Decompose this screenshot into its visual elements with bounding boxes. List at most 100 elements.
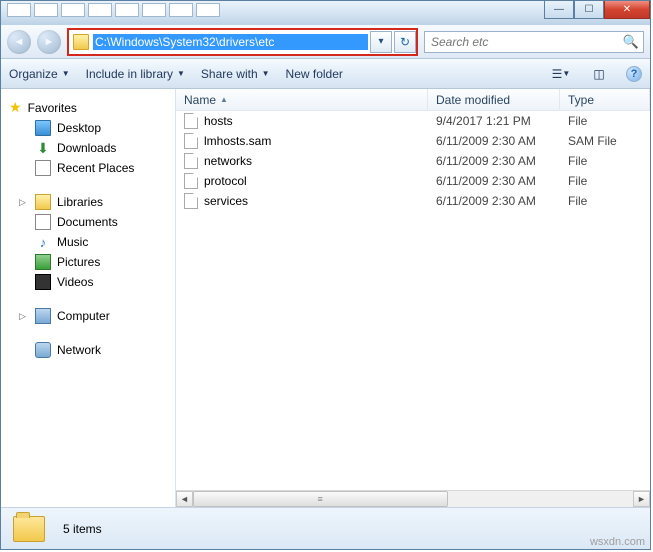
recent-icon <box>35 160 51 176</box>
forward-button[interactable]: ► <box>37 30 61 54</box>
view-options-button[interactable]: ☰ ▼ <box>550 64 572 84</box>
titlebar-thumb <box>169 3 193 17</box>
file-list[interactable]: hosts9/4/2017 1:21 PMFilelmhosts.sam6/11… <box>176 111 650 490</box>
chevron-down-icon: ▼ <box>177 69 185 78</box>
column-headers: Name ▲ Date modified Type <box>176 89 650 111</box>
refresh-button[interactable]: ↻ <box>394 31 416 53</box>
titlebar-thumb <box>115 3 139 17</box>
sidebar-item-label: Downloads <box>57 141 116 155</box>
computer-group: ▷ Computer <box>1 306 175 326</box>
column-header-name[interactable]: Name ▲ <box>176 89 428 110</box>
search-input[interactable] <box>429 34 623 50</box>
close-button[interactable]: ✕ <box>604 1 650 19</box>
desktop-icon <box>35 120 51 136</box>
address-input[interactable] <box>93 34 368 50</box>
back-button[interactable]: ◄ <box>7 30 31 54</box>
expand-icon[interactable]: ▷ <box>19 311 29 322</box>
pictures-icon <box>35 254 51 270</box>
file-name: services <box>204 194 248 208</box>
sidebar-item-recent-places[interactable]: Recent Places <box>1 158 175 178</box>
favorites-group: ★ Favorites Desktop ⬇ Downloads Recent P… <box>1 97 175 178</box>
file-row[interactable]: lmhosts.sam6/11/2009 2:30 AMSAM File <box>176 131 650 151</box>
sidebar-item-videos[interactable]: Videos <box>1 272 175 292</box>
share-with-menu[interactable]: Share with ▼ <box>201 67 270 81</box>
sidebar-item-desktop[interactable]: Desktop <box>1 118 175 138</box>
file-row[interactable]: protocol6/11/2009 2:30 AMFile <box>176 171 650 191</box>
file-name: protocol <box>204 174 247 188</box>
favorites-header[interactable]: ★ Favorites <box>1 97 175 118</box>
window-controls: — ☐ ✕ <box>544 1 650 19</box>
file-row[interactable]: services 6/11/2009 2:30 AMFile <box>176 191 650 211</box>
file-name: lmhosts.sam <box>204 134 271 148</box>
chevron-down-icon: ▼ <box>62 69 70 78</box>
organize-menu[interactable]: Organize ▼ <box>9 67 70 81</box>
titlebar-thumb <box>142 3 166 17</box>
sidebar-item-label: Pictures <box>57 255 100 269</box>
file-icon <box>184 133 198 149</box>
expand-icon[interactable]: ▷ <box>19 197 29 208</box>
navbar: ◄ ► ▾ ↻ 🔍 <box>1 25 650 59</box>
file-row[interactable]: networks6/11/2009 2:30 AMFile <box>176 151 650 171</box>
sidebar-item-label: Recent Places <box>57 161 134 175</box>
file-row[interactable]: hosts9/4/2017 1:21 PMFile <box>176 111 650 131</box>
preview-pane-button[interactable]: ◫ <box>588 64 610 84</box>
file-name: hosts <box>204 114 233 128</box>
sidebar-item-pictures[interactable]: Pictures <box>1 252 175 272</box>
libraries-label: Libraries <box>57 195 103 209</box>
scroll-thumb[interactable]: ≡ <box>193 491 448 507</box>
computer-icon <box>35 308 51 324</box>
horizontal-scrollbar[interactable]: ◄ ≡ ► <box>176 490 650 507</box>
maximize-button[interactable]: ☐ <box>574 1 604 19</box>
folder-icon <box>73 34 89 50</box>
network-header[interactable]: ▷ Network <box>1 340 175 360</box>
scroll-right-button[interactable]: ► <box>633 491 650 507</box>
minimize-button[interactable]: — <box>544 1 574 19</box>
computer-header[interactable]: ▷ Computer <box>1 306 175 326</box>
organize-label: Organize <box>9 67 58 81</box>
sidebar-item-music[interactable]: ♪ Music <box>1 232 175 252</box>
computer-label: Computer <box>57 309 110 323</box>
documents-icon <box>35 214 51 230</box>
sidebar-item-documents[interactable]: Documents <box>1 212 175 232</box>
file-type: SAM File <box>560 134 650 148</box>
file-icon <box>184 153 198 169</box>
titlebar-thumb <box>34 3 58 17</box>
sidebar-item-label: Desktop <box>57 121 101 135</box>
titlebar-thumb <box>88 3 112 17</box>
sidebar-item-label: Documents <box>57 215 118 229</box>
chevron-down-icon: ▼ <box>262 69 270 78</box>
file-icon <box>184 113 198 129</box>
watermark: wsxdn.com <box>590 536 645 548</box>
include-in-library-menu[interactable]: Include in library ▼ <box>86 67 185 81</box>
search-box[interactable]: 🔍 <box>424 31 644 53</box>
sidebar-item-label: Music <box>57 235 88 249</box>
network-icon <box>35 342 51 358</box>
column-header-date[interactable]: Date modified <box>428 89 560 110</box>
sidebar-item-downloads[interactable]: ⬇ Downloads <box>1 138 175 158</box>
scroll-left-button[interactable]: ◄ <box>176 491 193 507</box>
newfolder-label: New folder <box>286 67 343 81</box>
column-header-type[interactable]: Type <box>560 89 650 110</box>
scroll-track[interactable]: ≡ <box>193 491 633 507</box>
new-folder-button[interactable]: New folder <box>286 67 343 81</box>
titlebar-thumb <box>61 3 85 17</box>
address-bar: ▾ ↻ <box>67 28 418 56</box>
videos-icon <box>35 274 51 290</box>
star-icon: ★ <box>9 99 22 116</box>
favorites-label: Favorites <box>28 101 77 115</box>
folder-icon <box>13 516 45 542</box>
file-type: File <box>560 114 650 128</box>
address-dropdown[interactable]: ▾ <box>370 31 392 53</box>
file-date: 6/11/2009 2:30 AM <box>428 194 560 208</box>
include-label: Include in library <box>86 67 173 81</box>
libraries-header[interactable]: ▷ Libraries <box>1 192 175 212</box>
file-date: 6/11/2009 2:30 AM <box>428 154 560 168</box>
network-group: ▷ Network <box>1 340 175 360</box>
explorer-window: — ☐ ✕ ◄ ► ▾ ↻ 🔍 Organize ▼ Include in li… <box>0 0 651 550</box>
file-type: File <box>560 194 650 208</box>
help-button[interactable]: ? <box>626 66 642 82</box>
search-icon[interactable]: 🔍 <box>623 34 639 50</box>
share-label: Share with <box>201 67 258 81</box>
titlebar: — ☐ ✕ <box>1 1 650 25</box>
file-date: 6/11/2009 2:30 AM <box>428 174 560 188</box>
